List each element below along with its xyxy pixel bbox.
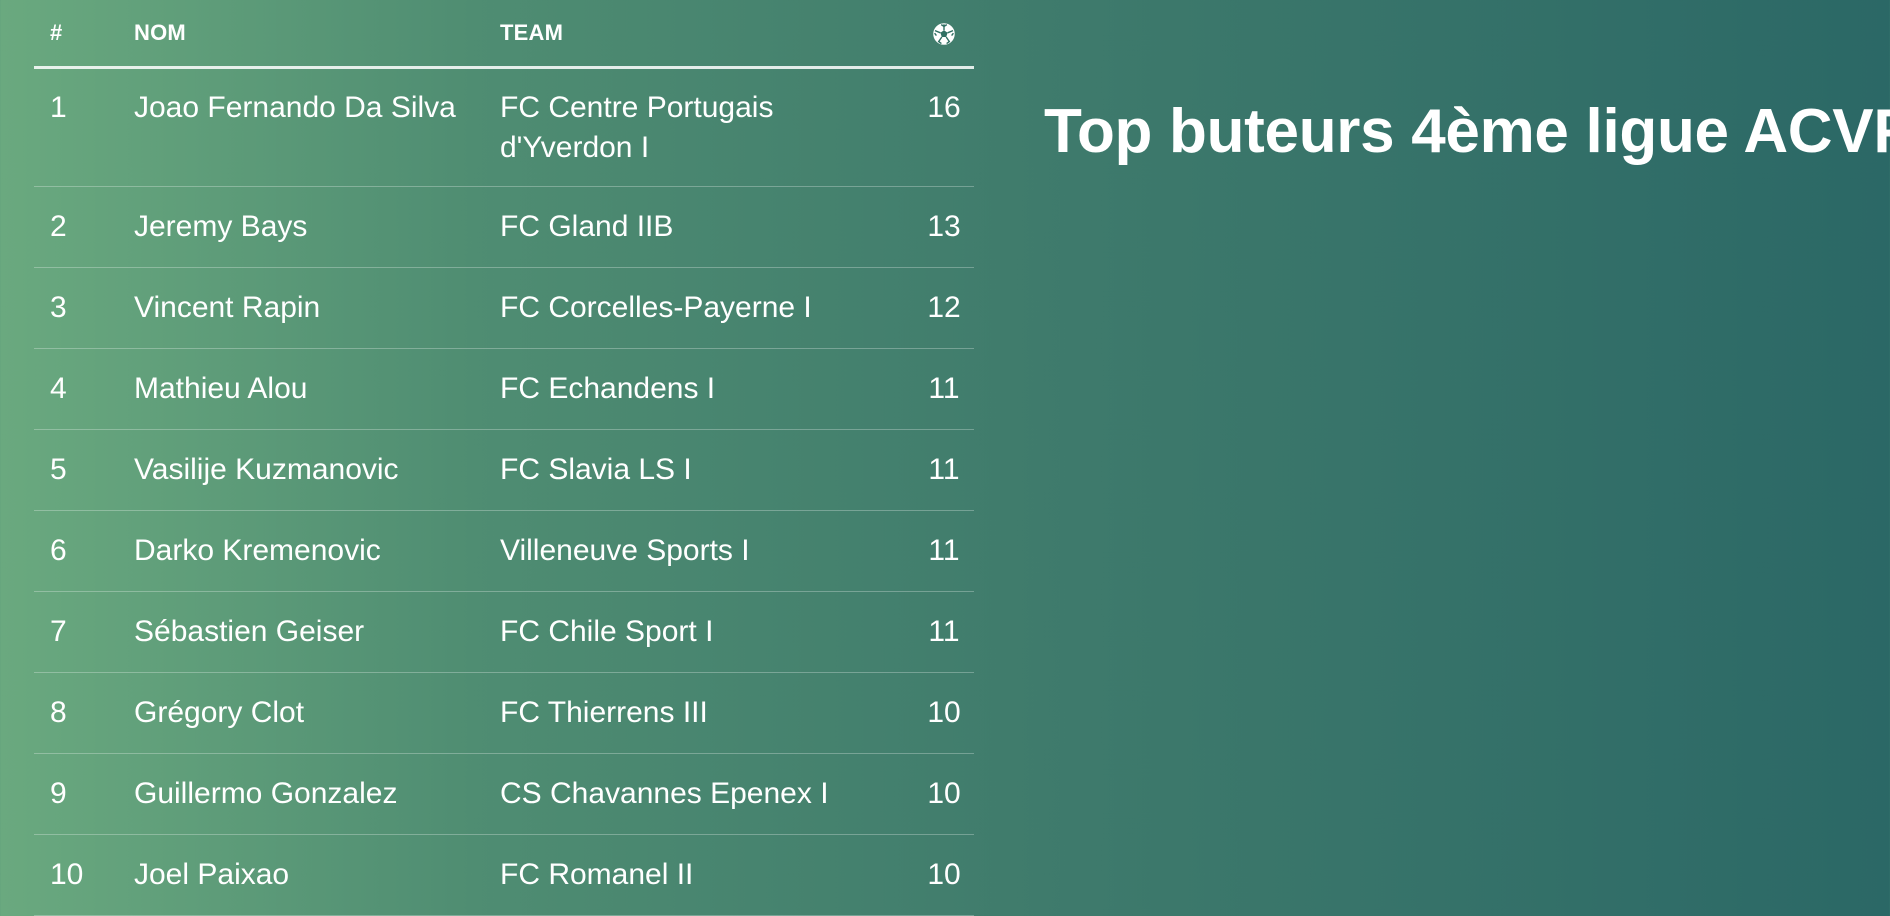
goals-cell: 11 <box>914 510 974 592</box>
goals-cell: 10 <box>914 753 974 835</box>
table-body: 1 Joao Fernando Da Silva FC Centre Portuga… <box>34 67 974 916</box>
team-name-cell: FC Gland IIB <box>484 186 914 268</box>
player-name-cell: Mathieu Alou <box>118 348 484 430</box>
player-name-cell: Sébastien Geiser <box>118 591 484 673</box>
table-header: # NOM TEAM <box>34 0 974 69</box>
team-name-cell: FC Thierrens III <box>484 672 914 754</box>
goals-column-header <box>914 0 974 69</box>
goals-cell: 16 <box>914 67 974 187</box>
rank-cell: 10 <box>34 834 118 916</box>
player-name-cell: Vincent Rapin <box>118 267 484 349</box>
player-name-cell: Darko Kremenovic <box>118 510 484 592</box>
team-column-header: TEAM <box>484 0 914 69</box>
table-row: 5 Vasilije Kuzmanovic FC Slavia LS I 11 <box>34 429 974 511</box>
team-name-cell: FC Echandens I <box>484 348 914 430</box>
goals-cell: 11 <box>914 429 974 511</box>
rank-cell: 6 <box>34 510 118 592</box>
team-name-cell: CS Chavannes Epenex I <box>484 753 914 835</box>
page-title: Top buteurs 4ème ligue ACVF <box>1044 97 1890 166</box>
table-header-row: # NOM TEAM <box>34 0 974 69</box>
goals-cell: 10 <box>914 672 974 754</box>
team-name-cell: FC Corcelles-Payerne I <box>484 267 914 349</box>
team-name-cell: Villeneuve Sports I <box>484 510 914 592</box>
name-column-header: NOM <box>118 0 484 69</box>
goals-cell: 12 <box>914 267 974 349</box>
table-row: 8 Grégory Clot FC Thierrens III 10 <box>34 672 974 754</box>
table-row: 6 Darko Kremenovic Villeneuve Sports I 11 <box>34 510 974 592</box>
table-row: 4 Mathieu Alou FC Echandens I 11 <box>34 348 974 430</box>
team-name-cell: FC Chile Sport I <box>484 591 914 673</box>
player-name-cell: Grégory Clot <box>118 672 484 754</box>
goals-cell: 11 <box>914 348 974 430</box>
team-name-cell: FC Romanel II <box>484 834 914 916</box>
table-row: 1 Joao Fernando Da Silva FC Centre Portuga… <box>34 67 974 187</box>
rank-cell: 5 <box>34 429 118 511</box>
rank-cell: 9 <box>34 753 118 835</box>
table-row: 9 Guillermo Gonzalez CS Chavannes Epenex I… <box>34 753 974 835</box>
rank-column-header: # <box>34 0 118 69</box>
rank-cell: 2 <box>34 186 118 268</box>
table-row: 7 Sébastien Geiser FC Chile Sport I 11 <box>34 591 974 673</box>
player-name-cell: Jeremy Bays <box>118 186 484 268</box>
table-row: 3 Vincent Rapin FC Corcelles-Payerne I 12 <box>34 267 974 349</box>
rank-cell: 7 <box>34 591 118 673</box>
goals-cell: 10 <box>914 834 974 916</box>
goals-cell: 13 <box>914 186 974 268</box>
team-name-cell: FC Centre Portugais d'Yverdon I <box>484 67 914 187</box>
goals-cell: 11 <box>914 591 974 673</box>
table-row: 10 Joel Paixao FC Romanel II 10 <box>34 834 974 916</box>
player-name-cell: Vasilije Kuzmanovic <box>118 429 484 511</box>
player-name-cell: Joao Fernando Da Silva <box>118 67 484 187</box>
rank-cell: 4 <box>34 348 118 430</box>
rank-cell: 8 <box>34 672 118 754</box>
soccer-ball-icon <box>933 23 955 45</box>
table-row: 2 Jeremy Bays FC Gland IIB 13 <box>34 186 974 268</box>
player-name-cell: Joel Paixao <box>118 834 484 916</box>
team-name-cell: FC Slavia LS I <box>484 429 914 511</box>
player-name-cell: Guillermo Gonzalez <box>118 753 484 835</box>
rank-cell: 3 <box>34 267 118 349</box>
rank-cell: 1 <box>34 67 118 187</box>
top-scorers-table: # NOM TEAM 1 Joao Fernando Da Silva FC Cen… <box>34 0 974 916</box>
